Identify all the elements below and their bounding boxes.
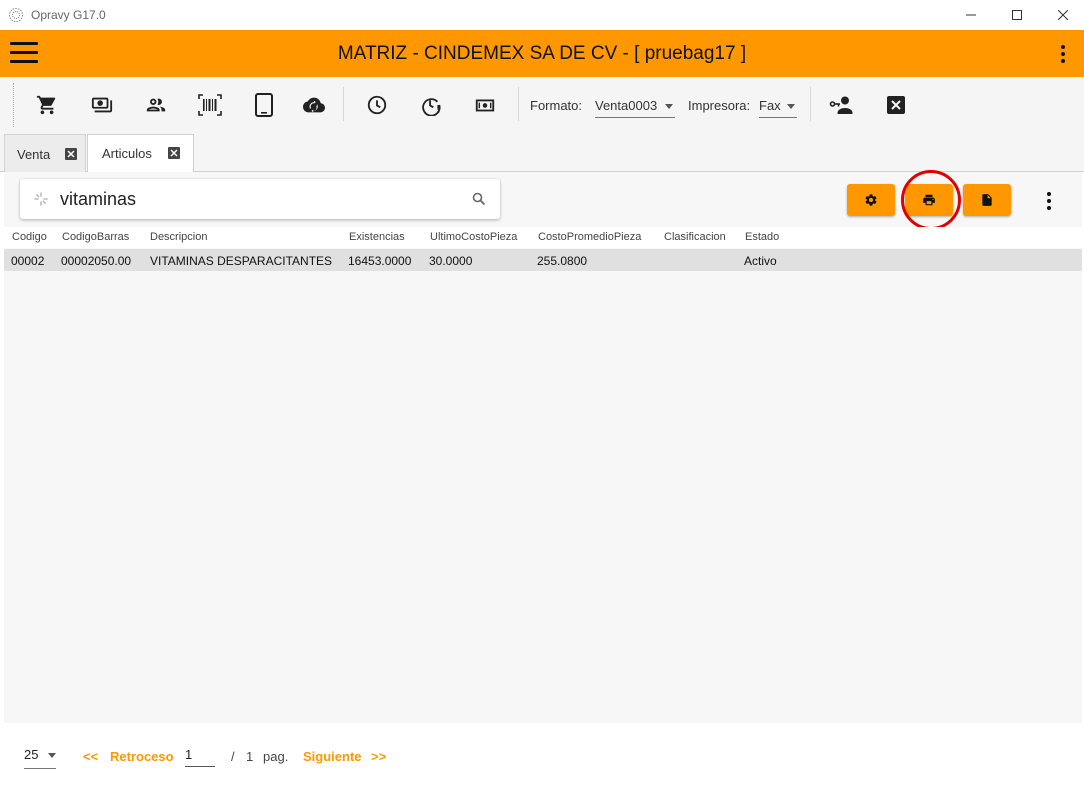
cart-icon[interactable] xyxy=(35,93,59,117)
table-row[interactable]: 00002 00002050.00 VITAMINAS DESPARACITAN… xyxy=(4,249,1082,271)
tablet-icon[interactable] xyxy=(252,93,276,117)
cell-descripcion: VITAMINAS DESPARACITANTES xyxy=(150,254,333,268)
formato-label: Formato: xyxy=(530,98,583,113)
toolbar-separator xyxy=(343,87,344,121)
cell-estado: Activo xyxy=(744,254,777,268)
current-page-value: 1 xyxy=(185,747,193,762)
settings-button[interactable] xyxy=(847,184,895,216)
loading-spinner-icon xyxy=(34,192,48,206)
file-icon xyxy=(982,194,992,206)
app-header: MATRIZ - CINDEMEX SA DE CV - [ pruebag17… xyxy=(0,30,1084,77)
pagination-bar: 25 << Retroceso 1 / 1 pag. Siguiente >> xyxy=(0,723,1084,789)
cloud-sync-icon[interactable] xyxy=(302,93,326,117)
dropdown-caret-icon xyxy=(787,104,795,109)
page-size-value: 25 xyxy=(24,747,39,762)
column-header[interactable]: Descripcion xyxy=(150,231,207,243)
tab-label: Articulos xyxy=(102,146,152,161)
maximize-icon xyxy=(1012,10,1022,20)
minimize-icon xyxy=(966,14,976,16)
formato-select[interactable]: Venta0003 xyxy=(595,96,675,118)
column-header[interactable]: UltimoCostoPieza xyxy=(430,231,517,243)
column-header[interactable]: CostoPromedioPieza xyxy=(538,231,641,243)
gear-icon xyxy=(865,194,877,206)
search-icon[interactable] xyxy=(472,192,486,206)
app-title: MATRIZ - CINDEMEX SA DE CV - [ pruebag17… xyxy=(337,43,747,64)
total-pages: 1 xyxy=(246,749,254,764)
column-header[interactable]: CodigoBarras xyxy=(62,231,129,243)
dropdown-caret-icon xyxy=(665,104,673,109)
cell-codigo: 00002 xyxy=(11,254,45,268)
impresora-label: Impresora: xyxy=(688,98,751,113)
next-arrows-link[interactable]: >> xyxy=(371,749,386,764)
column-header[interactable]: Codigo xyxy=(12,231,47,243)
next-page-link[interactable]: Siguiente xyxy=(303,749,362,764)
money-icon[interactable] xyxy=(473,93,497,117)
maximize-button[interactable] xyxy=(994,0,1040,30)
tab-articulos[interactable]: Articulos xyxy=(87,134,194,173)
page-separator: / xyxy=(231,749,235,764)
table-header: Codigo CodigoBarras Descripcion Existenc… xyxy=(4,227,1082,248)
current-page-input[interactable]: 1 xyxy=(185,747,215,767)
search-input[interactable]: vitaminas xyxy=(60,189,136,210)
toolbar-grip xyxy=(13,83,14,127)
page-size-select[interactable]: 25 xyxy=(24,747,56,769)
close-icon xyxy=(1058,10,1068,20)
close-box-icon[interactable] xyxy=(884,93,908,117)
dropdown-caret-icon xyxy=(48,753,56,758)
column-header[interactable]: Existencias xyxy=(349,231,405,243)
column-header[interactable]: Clasificacion xyxy=(664,231,726,243)
cell-existencias: 16453.0000 xyxy=(348,254,412,268)
more-vert-icon[interactable] xyxy=(1055,44,1071,64)
pag-label: pag. xyxy=(263,749,289,764)
prev-arrows-link[interactable]: << xyxy=(83,749,98,764)
window-title: Opravy G17.0 xyxy=(31,8,106,22)
impresora-select[interactable]: Fax xyxy=(759,96,797,118)
tab-close-icon[interactable] xyxy=(65,148,77,160)
more-vert-icon[interactable] xyxy=(1041,191,1057,211)
cell-codigo-barras: 00002050.00 xyxy=(61,254,132,268)
cash-icon[interactable] xyxy=(90,93,114,117)
column-header[interactable]: Estado xyxy=(745,231,779,243)
cell-costo-promedio: 255.0800 xyxy=(537,254,588,268)
tab-venta[interactable]: Venta xyxy=(4,134,86,172)
search-field[interactable]: vitaminas xyxy=(20,179,500,219)
user-key-icon[interactable] xyxy=(829,93,855,117)
prev-page-link[interactable]: Retroceso xyxy=(110,749,174,764)
printer-icon xyxy=(923,194,935,206)
print-button[interactable] xyxy=(905,184,953,216)
close-window-button[interactable] xyxy=(1040,0,1084,30)
tab-label: Venta xyxy=(17,147,51,162)
formato-value: Venta0003 xyxy=(595,98,658,113)
tab-close-icon[interactable] xyxy=(168,147,180,159)
app-logo-icon xyxy=(9,8,23,22)
toolbar: Formato: Venta0003 Impresora: Fax xyxy=(0,77,1084,133)
impresora-value: Fax xyxy=(759,98,781,113)
minimize-button[interactable] xyxy=(948,0,994,30)
people-icon[interactable] xyxy=(144,93,168,117)
document-button[interactable] xyxy=(963,184,1011,216)
clock-icon[interactable] xyxy=(365,93,389,117)
window-titlebar: Opravy G17.0 xyxy=(0,0,1084,30)
clock-alert-icon[interactable] xyxy=(419,93,443,117)
cell-ultimo-costo: 30.0000 xyxy=(429,254,473,268)
toolbar-separator xyxy=(810,87,811,121)
tab-bar: Venta Articulos xyxy=(0,133,1084,173)
barcode-icon[interactable] xyxy=(198,93,222,117)
toolbar-separator xyxy=(518,87,519,121)
